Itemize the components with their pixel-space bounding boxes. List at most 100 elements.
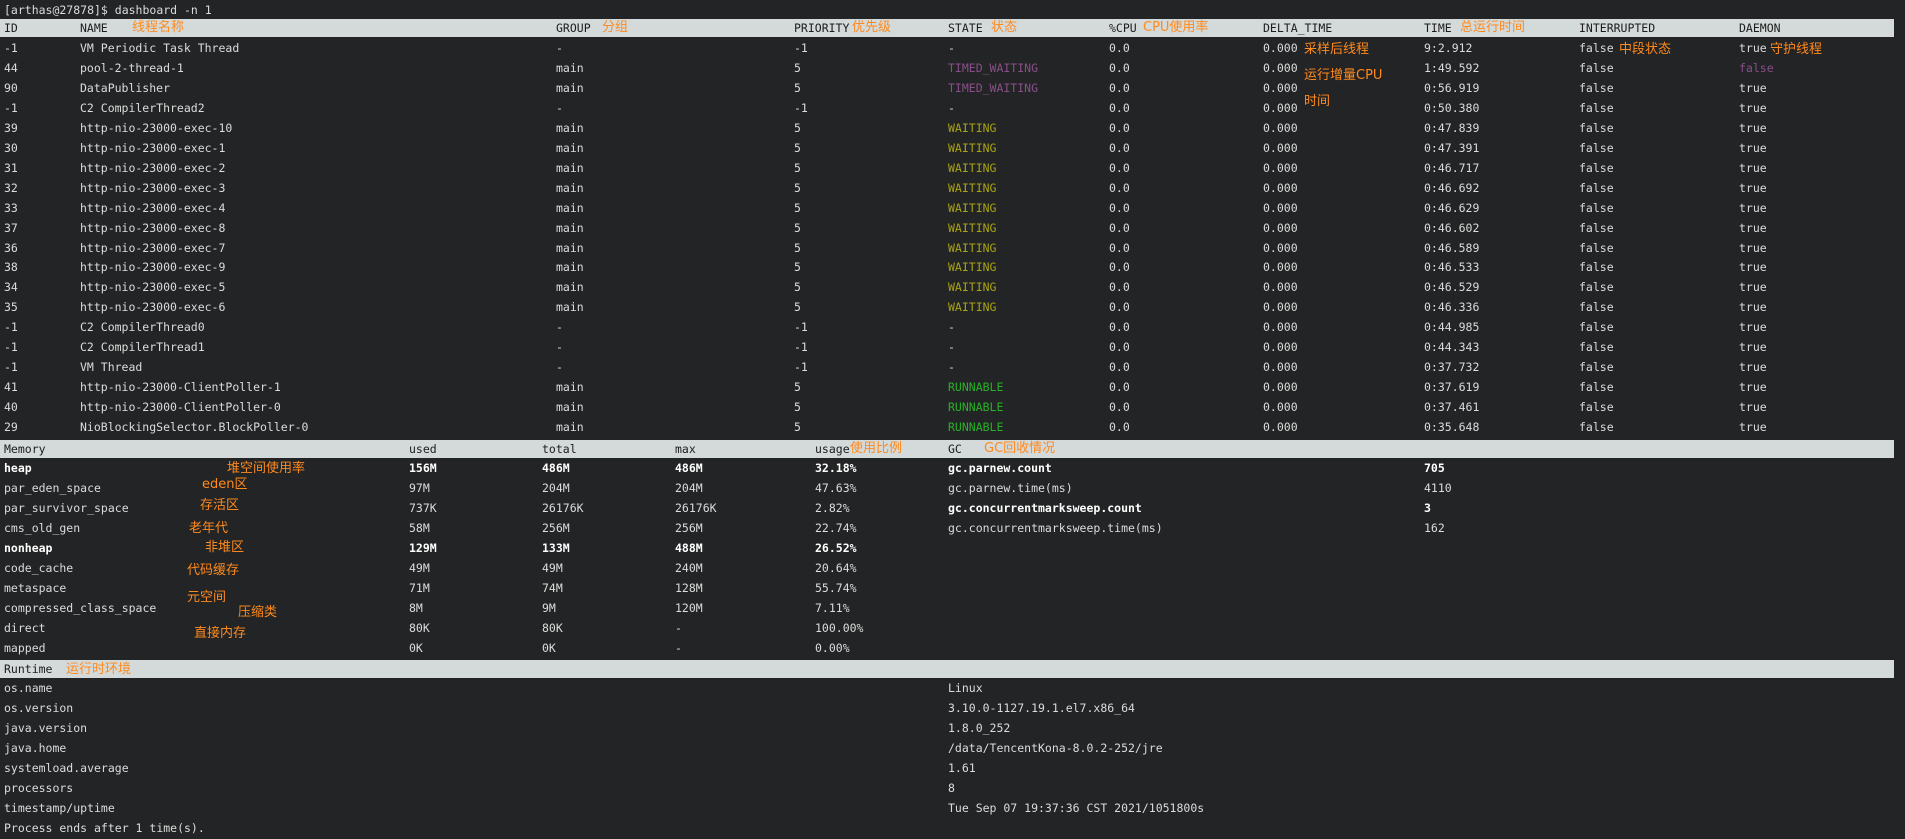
thread-state: TIMED_WAITING (948, 80, 1039, 95)
annotation-cpu: CPU使用率 (1143, 20, 1209, 35)
thread-name: C2 CompilerThread0 (80, 320, 205, 335)
table-row: code_cache 49M 49M 240M 20.64% (0, 558, 1905, 578)
table-row: 34 http-nio-23000-exec-5 main 5 WAITING 0.0 0.… (0, 277, 1905, 297)
col-runtime: Runtime (4, 662, 53, 676)
table-row: 41 http-nio-23000-ClientPoller-1 main 5 RUNN… (0, 377, 1905, 397)
thread-interrupted: false (1579, 160, 1614, 175)
thread-name: http-nio-23000-exec-2 (80, 160, 226, 175)
thread-cpu: 0.0 (1109, 41, 1130, 55)
gc-name: gc.parnew.time(ms) (948, 481, 1073, 495)
table-row: 35 http-nio-23000-exec-6 main 5 WAITING 0.0 0.… (0, 297, 1905, 317)
thread-delta-time: 0.000 (1263, 320, 1298, 335)
thread-group: main (556, 60, 584, 75)
thread-time: 0:37.619 (1424, 380, 1480, 395)
thread-time: 0:46.533 (1424, 260, 1480, 275)
thread-delta-time: 0.000 (1263, 120, 1298, 135)
table-row: os.name Linux (0, 678, 1905, 698)
col-time: TIME (1424, 21, 1452, 35)
thread-name: http-nio-23000-exec-5 (80, 280, 226, 295)
memory-used: 8M (409, 601, 423, 615)
thread-interrupted: false (1579, 180, 1614, 195)
col-daemon: DAEMON (1739, 21, 1781, 35)
thread-interrupted: false (1579, 80, 1614, 95)
thread-delta-time: 0.000 (1263, 240, 1298, 255)
memory-total: 133M (542, 541, 570, 555)
thread-priority: -1 (794, 41, 808, 55)
thread-id: 38 (4, 260, 18, 275)
memory-max: 240M (675, 561, 703, 575)
annotation-interrupted: 中段状态 (1619, 42, 1672, 57)
gc-value: 3 (1424, 501, 1431, 515)
thread-delta-time: 0.000 (1263, 220, 1298, 235)
thread-name: VM Thread (80, 360, 143, 375)
thread-interrupted: false (1579, 240, 1614, 255)
footer-text: Process ends after 1 time(s). (4, 821, 205, 835)
runtime-name: java.home (4, 741, 67, 755)
thread-priority: -1 (794, 340, 808, 355)
thread-id: -1 (4, 360, 18, 375)
thread-table-header: ID NAME GROUP PRIORITY STATE %CPU DELTA_… (0, 19, 1894, 37)
col-max: max (675, 442, 696, 456)
annotation-old: 老年代 (189, 521, 229, 536)
thread-name: http-nio-23000-exec-3 (80, 180, 226, 195)
memory-table-header: Memory used total max usage GC (0, 440, 1894, 458)
thread-group: main (556, 240, 584, 255)
thread-name: http-nio-23000-exec-8 (80, 220, 226, 235)
memory-max: - (675, 641, 682, 655)
thread-priority: 5 (794, 140, 801, 155)
thread-group: main (556, 300, 584, 315)
thread-time: 0:46.589 (1424, 240, 1480, 255)
thread-name: http-nio-23000-ClientPoller-0 (80, 400, 281, 415)
thread-time: 0:44.985 (1424, 320, 1480, 335)
thread-name: C2 CompilerThread1 (80, 340, 205, 355)
thread-interrupted: false (1579, 220, 1614, 235)
thread-delta-time: 0.000 (1263, 60, 1298, 75)
memory-name: metaspace (4, 581, 67, 595)
thread-id: 40 (4, 400, 18, 415)
thread-group: - (556, 360, 563, 375)
thread-daemon: true (1739, 180, 1767, 195)
runtime-name: processors (4, 781, 74, 795)
thread-daemon: true (1739, 100, 1767, 115)
annotation-name: 线程名称 (132, 20, 185, 35)
thread-delta-time: 0.000 (1263, 200, 1298, 215)
thread-state: WAITING (948, 260, 997, 275)
runtime-value: 8 (948, 781, 955, 795)
memory-used: 71M (409, 581, 430, 595)
thread-cpu: 0.0 (1109, 340, 1130, 355)
thread-cpu: 0.0 (1109, 60, 1130, 75)
thread-id: 44 (4, 60, 18, 75)
thread-interrupted: false (1579, 140, 1614, 155)
thread-id: 39 (4, 120, 18, 135)
table-row: direct 80K 80K - 100.00% (0, 618, 1905, 638)
memory-name: code_cache (4, 561, 74, 575)
command-prompt: [arthas@27878]$ dashboard -n 1 (0, 0, 1905, 20)
col-memory: Memory (4, 442, 46, 456)
annotation-time: 总运行时间 (1460, 20, 1526, 35)
thread-cpu: 0.0 (1109, 180, 1130, 195)
thread-interrupted: false (1579, 420, 1614, 435)
thread-daemon: true (1739, 200, 1767, 215)
memory-usage: 20.64% (815, 561, 857, 575)
memory-used: 80K (409, 621, 430, 635)
table-row: metaspace 71M 74M 128M 55.74% (0, 578, 1905, 598)
thread-interrupted: false (1579, 200, 1614, 215)
thread-time: 0:47.839 (1424, 120, 1480, 135)
thread-interrupted: false (1579, 60, 1614, 75)
annotation-daemon: 守护线程 (1770, 42, 1823, 57)
thread-cpu: 0.0 (1109, 140, 1130, 155)
col-total: total (542, 442, 577, 456)
thread-time: 9:2.912 (1424, 41, 1473, 55)
thread-interrupted: false (1579, 380, 1614, 395)
thread-interrupted: false (1579, 320, 1614, 335)
table-row: mapped 0K 0K - 0.00% (0, 638, 1905, 658)
thread-time: 0:46.629 (1424, 200, 1480, 215)
col-priority: PRIORITY (794, 21, 850, 35)
thread-id: 30 (4, 140, 18, 155)
thread-priority: 5 (794, 300, 801, 315)
table-row: -1 C2 CompilerThread2 - -1 - 0.0 0.000 0:50.380… (0, 98, 1905, 118)
table-row: 33 http-nio-23000-exec-4 main 5 WAITING 0.0 0.… (0, 198, 1905, 218)
thread-state: WAITING (948, 180, 997, 195)
thread-state: RUNNABLE (948, 380, 1004, 395)
thread-interrupted: false (1579, 280, 1614, 295)
